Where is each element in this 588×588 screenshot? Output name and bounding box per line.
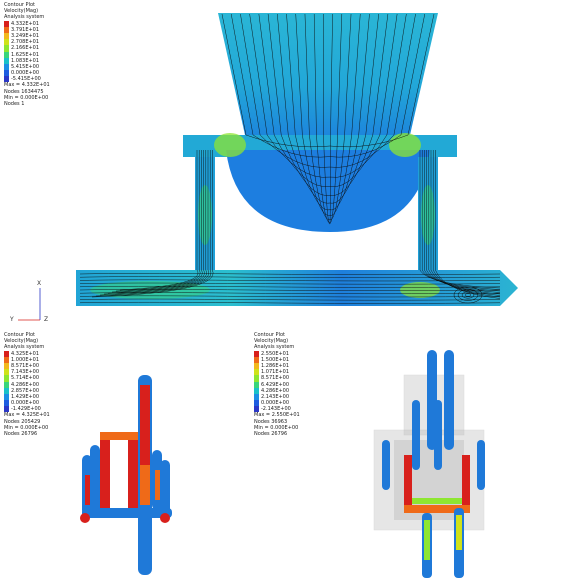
hotspot-left [214,133,246,157]
br-pipe-2 [444,350,454,450]
legend-max: Max = 2.550E+01 [254,412,300,419]
br-side-right [477,440,485,490]
hotspot-left-leg [198,185,212,245]
br-green-band [412,498,462,504]
hotspot-right-leg [421,185,435,245]
bottom-right-panel: Contour Plot Velocity(Mag) Analysis syst… [254,330,588,588]
br-side-left [382,440,390,490]
top-flow-field [18,13,518,321]
top-panel: Contour Plot Velocity(Mag) Analysis syst… [0,0,588,330]
legend-scale: 2.550E+01 1.500E+01 1.286E+01 1.071E+01 8.57… [254,350,300,413]
sprue-hot-2 [140,465,150,505]
bl-cap-1 [80,513,90,523]
axis-z-label: Z [44,316,49,323]
riser-hot-2 [85,475,90,505]
axis-y-label: Y [10,316,14,323]
br-pipe-4 [434,400,442,470]
sprue-hot [140,385,150,465]
frame-right [128,435,138,515]
riser-2 [90,445,100,515]
bottom-left-panel: Contour Plot Velocity(Mag) Analysis syst… [0,330,294,588]
bowl-region [226,150,430,232]
br-hot-right [462,455,470,510]
frame-top [100,432,138,440]
axis-triad [18,288,41,321]
hotspot-channel-2 [400,282,440,298]
bl-cap-2 [160,513,170,523]
br-runner-hot-2 [456,515,462,550]
riser-hot-1 [155,470,160,500]
hotspot-right [389,133,421,157]
streamline [119,150,199,291]
legend-header: Contour Plot Velocity(Mag) Analysis syst… [254,332,300,351]
streamline [115,150,201,292]
br-runner-hot-1 [424,520,430,560]
legend-min-nodes: Nodes 26796 [254,431,288,438]
br-pipe-3 [412,400,420,470]
bottom-right-model [373,350,485,578]
frame-left [100,435,110,515]
br-hot-left [404,455,412,510]
base-bar [82,508,172,518]
legend-footer: Max = 2.550E+01 Nodes 36963 Min = 0.000E… [254,412,300,437]
bottom-right-legend: Contour Plot Velocity(Mag) Analysis syst… [254,332,300,437]
axis-x-label: X [37,280,42,287]
bottom-left-model [80,375,172,575]
